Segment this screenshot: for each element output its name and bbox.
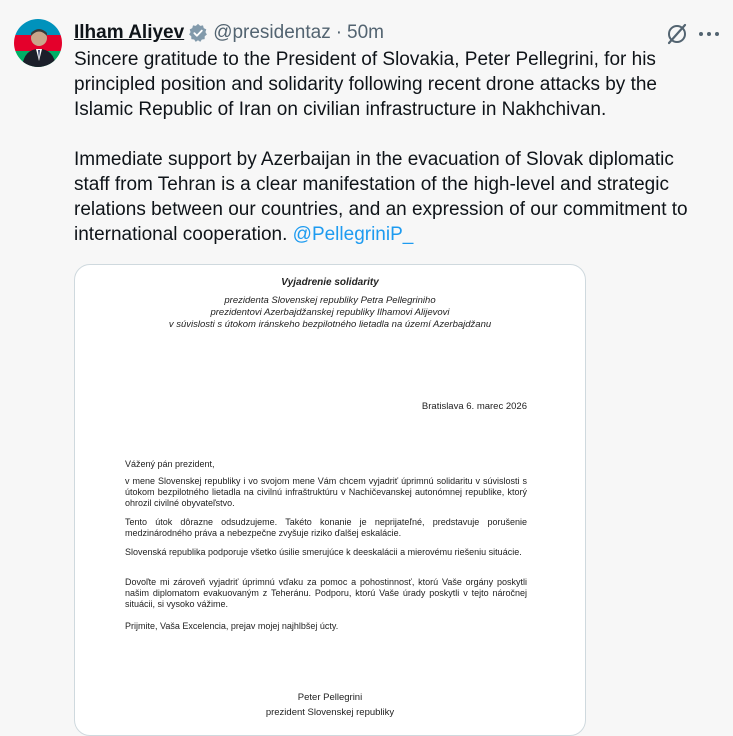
letter-paragraph: Prijmite, Vaša Excelencia, prejav mojej … <box>125 621 339 631</box>
letter-paragraph: v mene Slovenskej republiky i vo svojom … <box>125 476 527 508</box>
signature-name: Peter Pellegrini <box>297 692 363 703</box>
letter-paragraph: Tento útok dôrazne odsudzujeme. Takéto k… <box>125 517 527 538</box>
author-avatar[interactable] <box>14 19 62 67</box>
verified-badge-icon <box>189 23 208 42</box>
more-icon[interactable] <box>698 30 720 38</box>
attached-document-image[interactable]: Vyjadrenie solidarity prezidenta Slovens… <box>74 264 586 736</box>
letter-paragraph: Slovenská republika podporuje všetko úsi… <box>125 547 522 557</box>
letter-subtitle: prezidenta Slovenskej republiky Petra Pe… <box>224 295 436 306</box>
grok-icon[interactable] <box>665 22 689 46</box>
letter-paragraph: Dovoľte mi zároveň vyjadriť úprimnú vďak… <box>125 577 527 609</box>
post-paragraph: Sincere gratitude to the President of Sl… <box>74 49 657 120</box>
author-display-name[interactable]: Ilham Aliyev <box>74 22 184 44</box>
signature-title: prezident Slovenskej republiky <box>265 707 395 718</box>
letter-subtitle: v súvislosti s útokom iránskeho bezpilot… <box>168 319 492 330</box>
post-timestamp[interactable]: 50m <box>347 22 384 44</box>
post-text: Sincere gratitude to the President of Sl… <box>74 47 714 247</box>
letter-subtitle: prezidentovi Azerbajdžanskej republiky I… <box>210 307 450 318</box>
mention-link[interactable]: @PellegriniP_ <box>293 224 414 245</box>
letter-document: Vyjadrenie solidarity prezidenta Slovens… <box>75 265 585 735</box>
separator-dot: · <box>335 22 343 43</box>
letter-salutation: Vážený pán prezident, <box>125 459 215 469</box>
post-header: Ilham Aliyev @presidentaz · 50m <box>74 20 384 46</box>
letter-date: Bratislava 6. marec 2026 <box>421 401 527 412</box>
author-handle[interactable]: @presidentaz <box>213 22 331 44</box>
letter-title: Vyjadrenie solidarity <box>281 277 379 288</box>
post-paragraph: Immediate support by Azerbaijan in the e… <box>74 147 714 247</box>
